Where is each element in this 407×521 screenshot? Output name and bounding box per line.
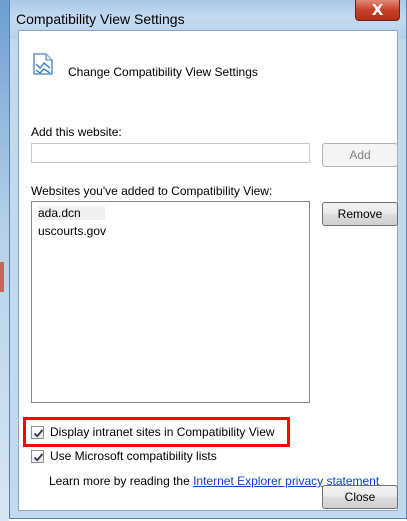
dialog-heading: Change Compatibility View Settings xyxy=(68,65,258,79)
add-website-input[interactable] xyxy=(31,143,310,163)
remove-button[interactable]: Remove xyxy=(322,202,398,226)
intranet-option-label: Display intranet sites in Compatibility … xyxy=(50,425,275,439)
close-button[interactable]: Close xyxy=(322,485,398,509)
checkmark-icon xyxy=(33,428,44,438)
checkmark-icon xyxy=(33,452,44,462)
privacy-prefix: Learn more by reading the xyxy=(49,474,194,488)
add-website-label: Add this website: xyxy=(31,125,122,139)
close-icon: X xyxy=(371,1,384,19)
websites-listbox[interactable]: ada.dcn uscourts.gov xyxy=(31,201,310,403)
intranet-option[interactable]: Display intranet sites in Compatibility … xyxy=(31,425,275,439)
websites-list-label: Websites you've added to Compatibility V… xyxy=(31,184,273,198)
compatibility-view-icon xyxy=(31,51,55,77)
list-item[interactable]: uscourts.gov xyxy=(38,224,106,238)
desktop-edge-accent xyxy=(0,262,4,292)
list-item[interactable]: ada.dcn xyxy=(38,206,105,220)
microsoft-lists-option[interactable]: Use Microsoft compatibility lists xyxy=(31,449,217,463)
dialog-body: Change Compatibility View Settings Add t… xyxy=(18,30,398,511)
add-button[interactable]: Add xyxy=(322,143,398,167)
window-title: Compatibility View Settings xyxy=(16,11,185,27)
microsoft-lists-option-label: Use Microsoft compatibility lists xyxy=(50,449,217,463)
desktop-edge xyxy=(0,0,9,521)
compatibility-view-dialog: Compatibility View Settings X Change Com… xyxy=(9,0,407,519)
microsoft-lists-checkbox[interactable] xyxy=(31,449,44,463)
window-close-button[interactable]: X xyxy=(355,0,400,21)
intranet-checkbox[interactable] xyxy=(31,425,44,439)
